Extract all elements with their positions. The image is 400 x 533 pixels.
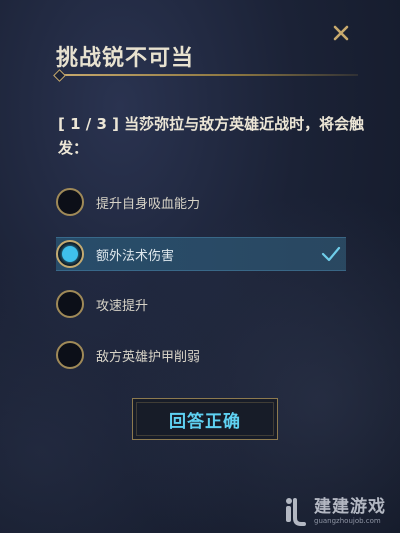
- answer-option-4[interactable]: 敌方英雄护甲削弱: [56, 339, 346, 371]
- answer-option-2[interactable]: 额外法术伤害: [56, 237, 346, 271]
- watermark: 建建游戏 guangzhoujob.com: [284, 496, 386, 526]
- radio-button-selected[interactable]: [56, 240, 84, 268]
- close-button[interactable]: [330, 22, 352, 44]
- answer-option-label: 提升自身吸血能力: [96, 196, 201, 212]
- answer-option-label: 敌方英雄护甲削弱: [96, 349, 201, 365]
- radio-button[interactable]: [56, 341, 84, 369]
- submit-answer-button[interactable]: 回答正确: [132, 398, 278, 440]
- answer-option-1[interactable]: 提升自身吸血能力: [56, 186, 346, 218]
- watermark-text: 建建游戏: [314, 496, 386, 517]
- radio-selected-dot: [62, 246, 78, 262]
- dialog-title: 挑战锐不可当: [56, 46, 195, 71]
- watermark-url: guangzhoujob.com: [314, 516, 381, 525]
- question-text: [ 1 / 3 ] 当莎弥拉与敌方英雄近战时，将会触发：: [58, 115, 365, 157]
- answer-option-3[interactable]: 攻速提升: [56, 288, 346, 320]
- radio-button[interactable]: [56, 290, 84, 318]
- answer-option-label: 额外法术伤害: [96, 248, 175, 264]
- watermark-logo-icon: [286, 498, 306, 526]
- answer-option-label: 攻速提升: [96, 298, 149, 314]
- checkmark-icon: [321, 246, 341, 262]
- title-divider: [58, 74, 358, 76]
- close-icon: [333, 25, 349, 41]
- button-inner-border: [136, 402, 274, 436]
- radio-button[interactable]: [56, 188, 84, 216]
